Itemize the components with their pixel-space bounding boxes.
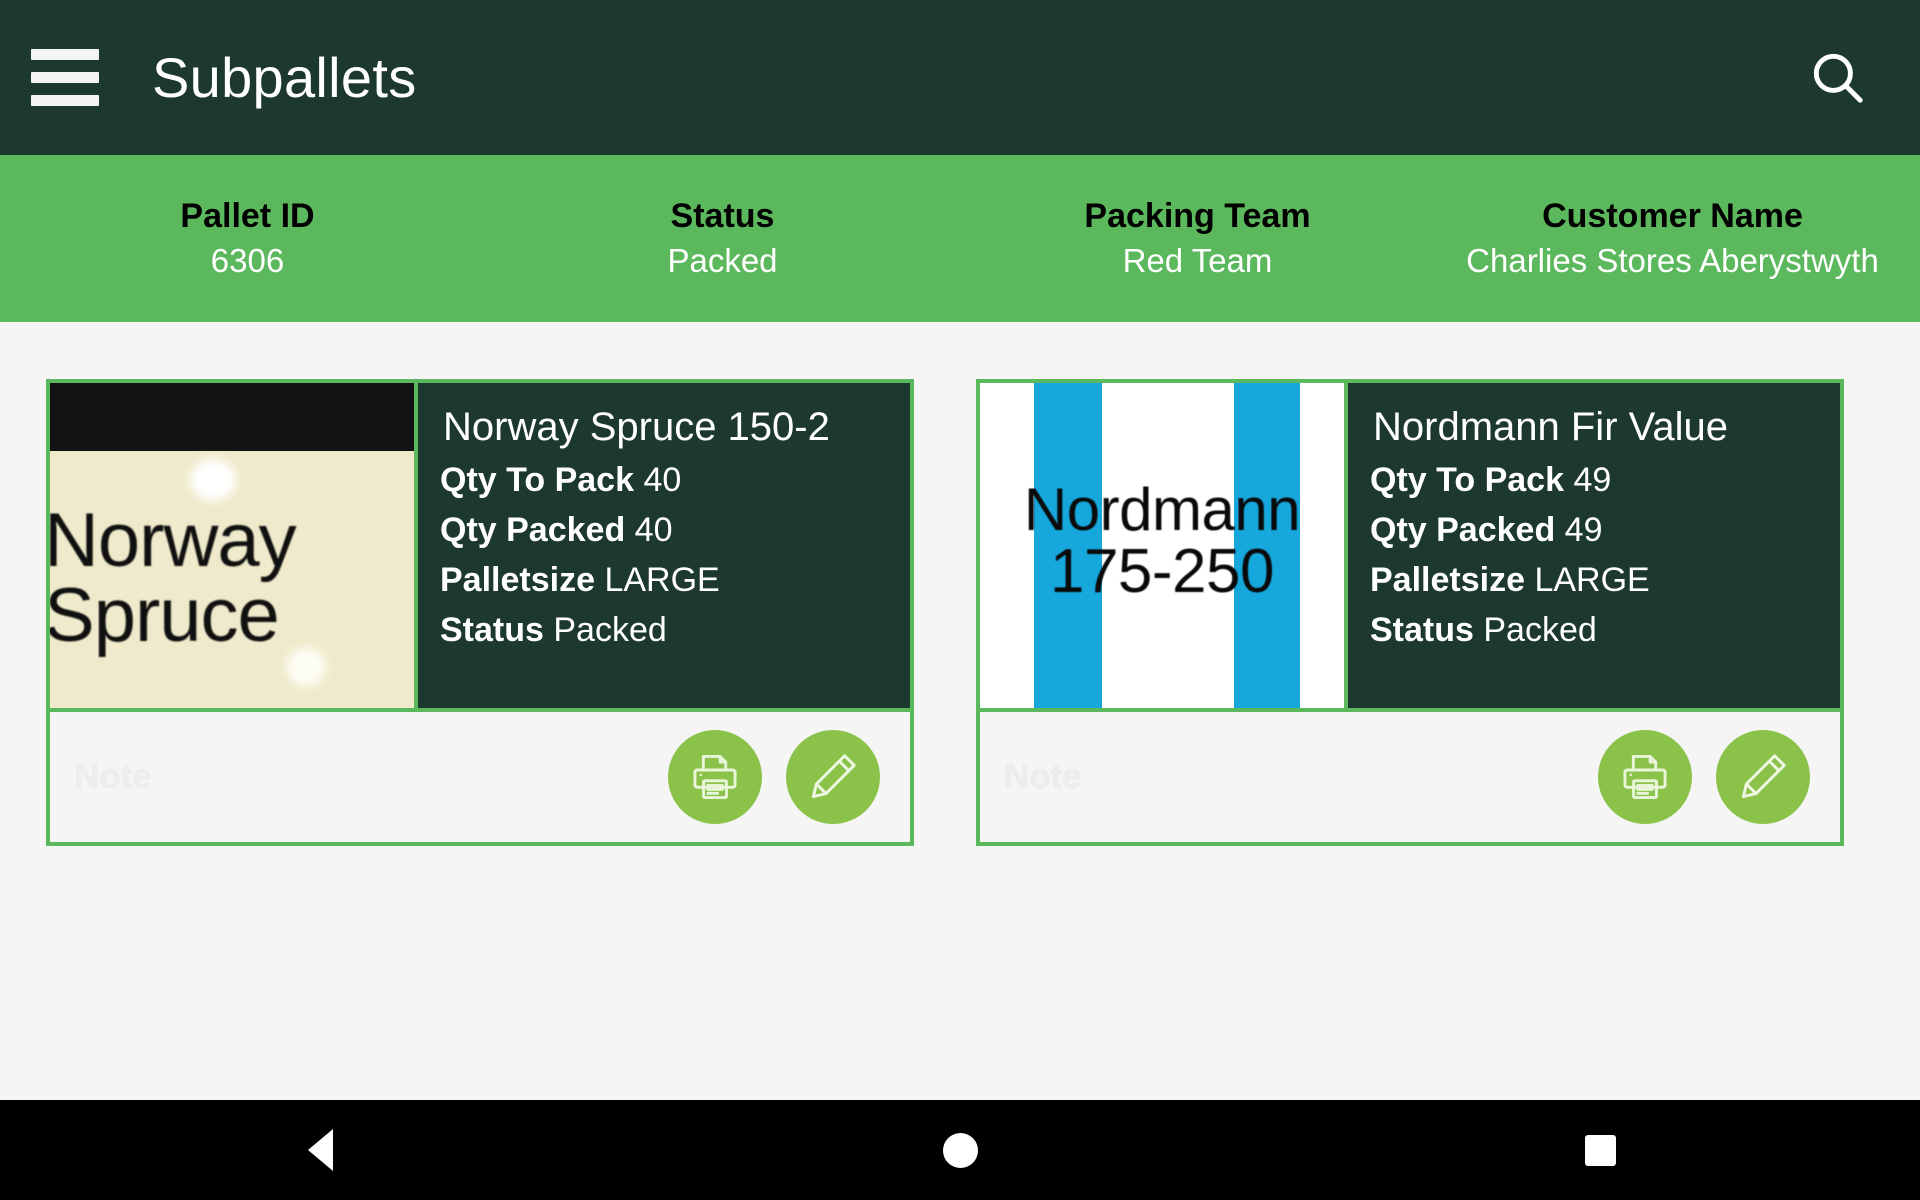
summary-value: 6306: [210, 242, 285, 280]
detail-row-status: Status Packed: [440, 611, 910, 650]
label-glare: [190, 459, 236, 501]
detail-key: Palletsize: [440, 561, 595, 599]
thumbnail-text-line-2: Spruce: [50, 573, 280, 659]
product-title: Nordmann Fir Value: [1373, 405, 1728, 449]
subpallet-details: Nordmann Fir Value Qty To Pack 49 Qty Pa…: [1348, 383, 1840, 708]
app-bar: Subpallets: [0, 0, 1920, 155]
detail-key: Qty Packed: [1370, 511, 1556, 549]
hamburger-bar: [31, 49, 99, 60]
detail-rows: Qty To Pack 49 Qty Packed 49 Palletsize …: [1370, 461, 1840, 650]
subpallet-details: Norway Spruce 150-2 Qty To Pack 40 Qty P…: [418, 383, 910, 708]
print-button[interactable]: [668, 730, 762, 824]
detail-value: LARGE: [1534, 561, 1650, 599]
detail-key: Qty To Pack: [440, 461, 634, 499]
detail-row-qty-packed: Qty Packed 40: [440, 511, 910, 550]
summary-customer-name: Customer Name Charlies Stores Aberystwyt…: [1435, 196, 1910, 281]
thumbnail-text-line-1: Nordmann: [1023, 476, 1301, 543]
thumbnail-text-line-1: Norway: [50, 498, 297, 583]
detail-row-palletsize: Palletsize LARGE: [1370, 561, 1840, 600]
search-icon[interactable]: [1796, 36, 1880, 120]
thumbnail-text: Norway Spruce: [50, 498, 414, 659]
detail-key: Qty To Pack: [1370, 461, 1564, 499]
home-glyph: [942, 1132, 978, 1168]
detail-value: 49: [1573, 461, 1612, 499]
detail-key: Status: [1370, 611, 1474, 649]
summary-value: Charlies Stores Aberystwyth: [1466, 242, 1879, 280]
detail-row-qty-packed: Qty Packed 49: [1370, 511, 1840, 550]
detail-key: Status: [440, 611, 544, 649]
detail-rows: Qty To Pack 40 Qty Packed 40 Palletsize …: [440, 461, 910, 650]
thumbnail-text-line-2: 175-250: [1049, 537, 1275, 607]
product-thumbnail: Norway Spruce: [50, 383, 418, 708]
detail-value: 40: [643, 461, 682, 499]
summary-label: Pallet ID: [180, 196, 315, 235]
recents-square-icon[interactable]: [1530, 1100, 1670, 1200]
detail-key: Palletsize: [1370, 561, 1525, 599]
summary-value: Packed: [667, 242, 778, 280]
label-dark-band: [50, 383, 414, 451]
product-title: Norway Spruce 150-2: [443, 405, 830, 449]
android-nav-bar: [0, 1100, 1920, 1200]
nordmann-fir-label-image: Nordmann 175-250: [980, 383, 1344, 708]
pallet-summary-bar: Pallet ID 6306 Status Packed Packing Tea…: [0, 155, 1920, 322]
summary-label: Customer Name: [1542, 196, 1803, 235]
edit-button[interactable]: [786, 730, 880, 824]
detail-value: Packed: [553, 611, 667, 649]
app-root: Subpallets Pallet ID 6306 Status Packed …: [0, 0, 1920, 1200]
subpallet-card[interactable]: Nordmann 175-250 Nordmann Fir Value Qty …: [976, 379, 1844, 846]
summary-packing-team: Packing Team Red Team: [960, 196, 1435, 281]
back-triangle-icon[interactable]: [250, 1100, 390, 1200]
summary-value: Red Team: [1122, 242, 1273, 280]
hamburger-menu-icon[interactable]: [22, 35, 108, 121]
thumbnail-text: Nordmann 175-250: [980, 476, 1344, 607]
back-glyph: [307, 1129, 333, 1171]
edit-button[interactable]: [1716, 730, 1810, 824]
subpallet-card-top: Nordmann 175-250 Nordmann Fir Value Qty …: [976, 379, 1844, 712]
detail-key: Qty Packed: [440, 511, 626, 549]
subpallet-card-footer: Note: [46, 712, 914, 846]
summary-label: Status: [670, 196, 775, 235]
page-title: Subpallets: [152, 46, 417, 109]
print-button[interactable]: [1598, 730, 1692, 824]
detail-row-qty-to-pack: Qty To Pack 49: [1370, 461, 1840, 500]
subpallet-card-top: Norway Spruce Norway Spruce 150-2 Qty To…: [46, 379, 914, 712]
product-thumbnail: Nordmann 175-250: [980, 383, 1348, 708]
home-circle-icon[interactable]: [890, 1100, 1030, 1200]
summary-pallet-id: Pallet ID 6306: [10, 196, 485, 281]
norway-spruce-label-image: Norway Spruce: [50, 383, 414, 708]
subpallet-list: Norway Spruce Norway Spruce 150-2 Qty To…: [0, 322, 1920, 1100]
hamburger-bar: [31, 72, 99, 83]
hamburger-bar: [31, 95, 99, 106]
summary-status: Status Packed: [485, 196, 960, 281]
detail-value: 49: [1564, 511, 1603, 549]
detail-value: 40: [634, 511, 673, 549]
detail-value: LARGE: [604, 561, 720, 599]
detail-row-palletsize: Palletsize LARGE: [440, 561, 910, 600]
note-input[interactable]: Note: [74, 757, 668, 797]
subpallet-card-footer: Note: [976, 712, 1844, 846]
detail-row-qty-to-pack: Qty To Pack 40: [440, 461, 910, 500]
note-input[interactable]: Note: [1004, 757, 1598, 797]
detail-value: Packed: [1483, 611, 1597, 649]
detail-row-status: Status Packed: [1370, 611, 1840, 650]
recents-glyph: [1584, 1134, 1616, 1166]
subpallet-card[interactable]: Norway Spruce Norway Spruce 150-2 Qty To…: [46, 379, 914, 846]
summary-label: Packing Team: [1084, 196, 1311, 235]
